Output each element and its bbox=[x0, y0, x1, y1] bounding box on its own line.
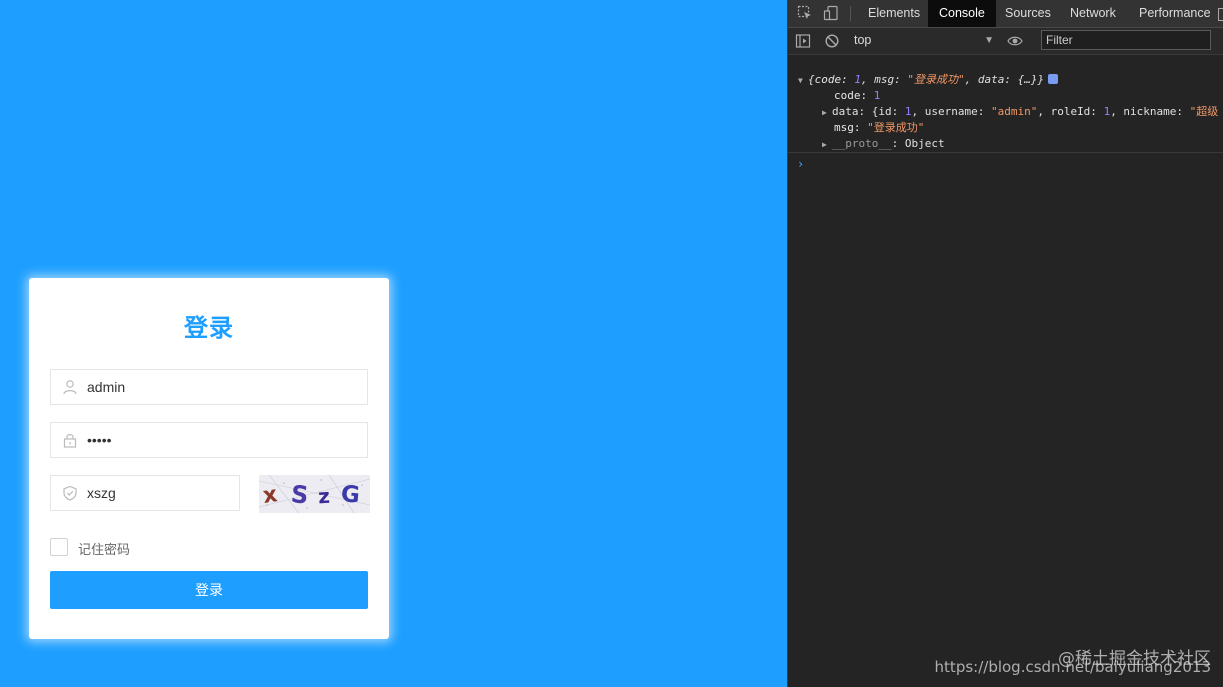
shield-icon bbox=[63, 485, 77, 501]
captcha-image[interactable]: x S z G bbox=[259, 475, 370, 513]
login-button[interactable]: 登录 bbox=[50, 571, 368, 609]
username-input[interactable] bbox=[87, 370, 357, 404]
remember-checkbox[interactable] bbox=[50, 538, 68, 556]
console-divider bbox=[788, 152, 1223, 153]
console-toolbar: top ▼ bbox=[788, 28, 1223, 55]
tab-elements[interactable]: Elements bbox=[857, 0, 931, 27]
sidebar-toggle-icon[interactable] bbox=[795, 33, 811, 49]
inspect-element-icon[interactable] bbox=[797, 5, 813, 21]
watermark-csdn: https://blog.csdn.net/baiyuliang2013 bbox=[934, 658, 1211, 676]
tab-performance[interactable]: Performance bbox=[1128, 0, 1222, 27]
console-prompt-icon[interactable]: › bbox=[797, 157, 804, 171]
info-icon[interactable] bbox=[1048, 74, 1059, 84]
captcha-char-2: S bbox=[290, 480, 310, 510]
clear-console-icon[interactable] bbox=[824, 33, 840, 49]
expand-triangle-icon[interactable]: ▼ bbox=[798, 73, 808, 89]
collapse-triangle-icon[interactable]: ▶ bbox=[822, 137, 832, 153]
tab-network[interactable]: Network bbox=[1059, 0, 1127, 27]
eye-icon[interactable] bbox=[1007, 33, 1023, 49]
captcha-input[interactable] bbox=[87, 476, 227, 510]
devtools-panel: Elements Console Sources Network Perform… bbox=[787, 0, 1223, 687]
remember-label: 记住密码 bbox=[78, 543, 131, 558]
devtools-tab-bar: Elements Console Sources Network Perform… bbox=[788, 0, 1223, 28]
collapse-triangle-icon[interactable]: ▶ bbox=[822, 105, 832, 121]
captcha-field[interactable] bbox=[50, 475, 240, 511]
log-prop-code: code: 1 bbox=[834, 89, 881, 102]
username-field[interactable] bbox=[50, 369, 368, 405]
more-tabs-icon[interactable] bbox=[1218, 8, 1223, 21]
tab-console[interactable]: Console bbox=[928, 0, 996, 27]
tab-sources[interactable]: Sources bbox=[994, 0, 1062, 27]
console-output: ▼ {code: 1, msg: "登录成功", data: {…}} code:… bbox=[788, 55, 1223, 687]
context-selector-value: top bbox=[854, 33, 872, 47]
device-toolbar-icon[interactable] bbox=[823, 5, 839, 21]
log-prop-data[interactable]: ▶ data: {id: 1, username: "admin", roleId… bbox=[822, 104, 1218, 120]
context-selector[interactable]: top ▼ bbox=[854, 30, 994, 51]
console-filter-input[interactable] bbox=[1041, 30, 1211, 50]
caret-down-icon: ▼ bbox=[984, 35, 994, 46]
captcha-char-1: x bbox=[261, 482, 279, 509]
password-input[interactable] bbox=[87, 423, 357, 457]
captcha-char-4: G bbox=[340, 481, 361, 509]
password-field[interactable] bbox=[50, 422, 368, 458]
login-card: 登录 admin ••••• xszg x S z G 记住密码 登录 bbox=[29, 278, 389, 639]
log-object-summary[interactable]: ▼ {code: 1, msg: "登录成功", data: {…}} bbox=[798, 72, 1059, 88]
captcha-char-3: z bbox=[317, 484, 330, 509]
app-background: 登录 admin ••••• xszg x S z G 记住密码 登录 bbox=[0, 0, 787, 687]
user-icon bbox=[63, 380, 77, 395]
login-title: 登录 bbox=[184, 314, 234, 342]
lock-icon bbox=[63, 434, 77, 448]
toolbar-divider bbox=[850, 6, 851, 21]
log-prop-proto[interactable]: ▶ __proto__: Object bbox=[822, 136, 945, 152]
log-prop-msg: msg: "登录成功" bbox=[834, 121, 925, 134]
